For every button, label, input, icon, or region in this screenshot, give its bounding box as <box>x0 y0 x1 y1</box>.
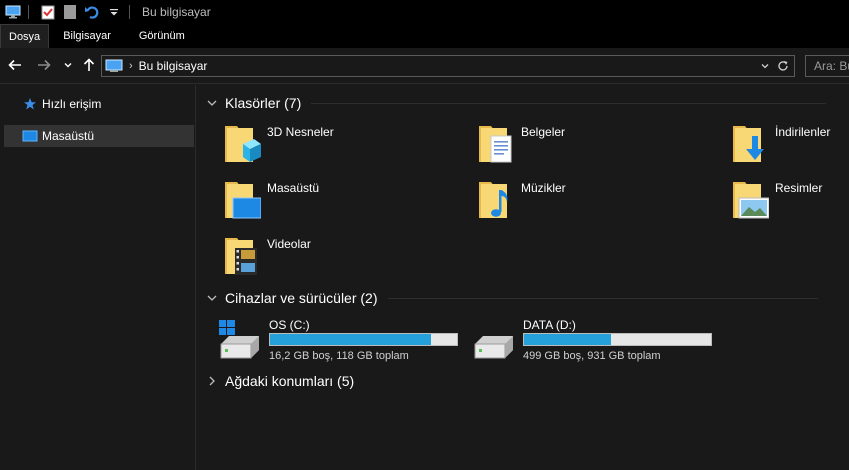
drive-usage-bar <box>523 333 712 346</box>
tab-file[interactable]: Dosya <box>0 24 50 48</box>
pin-star-icon <box>22 96 38 112</box>
folder-videos[interactable]: Videolar <box>221 234 461 282</box>
group-title: Ağdaki konumları (5) <box>225 373 355 389</box>
window-title: Bu bilgisayar <box>142 5 211 19</box>
this-pc-icon <box>105 58 125 74</box>
folder-name: Belgeler <box>521 125 566 139</box>
chevron-down-icon[interactable] <box>205 291 219 305</box>
properties-icon[interactable] <box>39 3 57 21</box>
tab-view[interactable]: Görünüm <box>125 24 199 48</box>
pictures-folder-icon <box>729 178 770 222</box>
chevron-right-icon[interactable] <box>205 374 219 388</box>
sidebar-item-quick-access[interactable]: Hızlı erişim <box>4 93 194 115</box>
breadcrumb-chevron-icon[interactable]: › <box>129 60 133 72</box>
folder-3d-objects[interactable]: 3D Nesneler <box>221 122 461 170</box>
desktop-folder-icon <box>221 178 262 222</box>
back-arrow-icon[interactable] <box>6 56 24 74</box>
drive-space-info: 499 GB boş, 931 GB toplam <box>523 350 661 362</box>
group-divider <box>311 102 827 104</box>
group-header-folders[interactable]: Klasörler (7) <box>205 93 827 113</box>
videos-folder-icon <box>221 234 261 278</box>
sidebar-item-label: Masaüstü <box>42 129 95 143</box>
drive-usage-fill <box>270 334 432 345</box>
group-header-network[interactable]: Ağdaki konumları (5) <box>205 371 354 391</box>
music-folder-icon <box>475 178 515 222</box>
title-bar: Bu bilgisayar <box>0 0 849 24</box>
customize-toolbar-icon[interactable] <box>105 3 123 21</box>
new-folder-icon[interactable] <box>61 3 79 21</box>
refresh-icon[interactable] <box>775 58 791 74</box>
group-title: Cihazlar ve sürücüler (2) <box>225 290 378 306</box>
breadcrumb-this-pc[interactable]: Bu bilgisayar <box>139 59 208 73</box>
toolbar-divider <box>28 5 29 19</box>
drive-name: OS (C:) <box>269 318 310 332</box>
ribbon-tabs: Dosya Bilgisayar Görünüm <box>0 24 849 48</box>
chevron-down-icon[interactable] <box>205 96 219 110</box>
folder-name: İndirilenler <box>775 125 831 139</box>
desktop-icon <box>22 128 38 144</box>
hard-drive-icon <box>471 316 515 360</box>
tab-computer[interactable]: Bilgisayar <box>49 24 125 48</box>
drive-name: DATA (D:) <box>523 318 576 332</box>
sidebar-item-label: Hızlı erişim <box>42 97 102 111</box>
folder-name: Müzikler <box>521 181 566 195</box>
folder-pictures[interactable]: Resimler <box>729 178 849 226</box>
drive-space-info: 16,2 GB boş, 118 GB toplam <box>269 350 409 362</box>
documents-folder-icon <box>475 122 515 166</box>
folder-name: Masaüstü <box>267 181 320 195</box>
drive-usage-fill <box>524 334 611 345</box>
address-bar[interactable]: › Bu bilgisayar <box>101 55 795 77</box>
group-header-devices[interactable]: Cihazlar ve sürücüler (2) <box>205 288 818 308</box>
group-title: Klasörler (7) <box>225 95 302 111</box>
folder-name: 3D Nesneler <box>267 125 334 139</box>
navigation-pane: Hızlı erişim Masaüstü <box>0 85 196 470</box>
drive-usage-bar <box>269 333 458 346</box>
folder-downloads[interactable]: İndirilenler <box>729 122 849 170</box>
folder-name: Resimler <box>775 181 823 195</box>
up-arrow-icon[interactable] <box>80 56 98 74</box>
forward-arrow-icon[interactable] <box>35 56 53 74</box>
title-divider <box>129 5 130 19</box>
address-dropdown-icon[interactable] <box>758 59 772 73</box>
folder-desktop[interactable]: Masaüstü <box>221 178 461 226</box>
quick-access-toolbar <box>0 0 123 24</box>
folder-music[interactable]: Müzikler <box>475 178 715 226</box>
drive-c[interactable]: OS (C:) 16,2 GB boş, 118 GB toplam <box>217 316 467 366</box>
group-divider <box>387 297 818 299</box>
downloads-folder-icon <box>729 122 769 166</box>
search-input[interactable]: Ara: Bu <box>805 55 849 77</box>
this-pc-icon[interactable] <box>4 3 22 21</box>
windows-drive-icon <box>217 316 261 360</box>
recent-locations-icon[interactable] <box>59 56 77 74</box>
undo-icon[interactable] <box>83 3 101 21</box>
sidebar-item-desktop[interactable]: Masaüstü <box>4 125 194 147</box>
content-pane: Klasörler (7) 3D Nesneler Belgeler İndir… <box>197 85 849 470</box>
drive-d[interactable]: DATA (D:) 499 GB boş, 931 GB toplam <box>471 316 721 366</box>
folder-documents[interactable]: Belgeler <box>475 122 715 170</box>
folder-name: Videolar <box>267 237 311 251</box>
3d-objects-folder-icon <box>221 122 261 166</box>
